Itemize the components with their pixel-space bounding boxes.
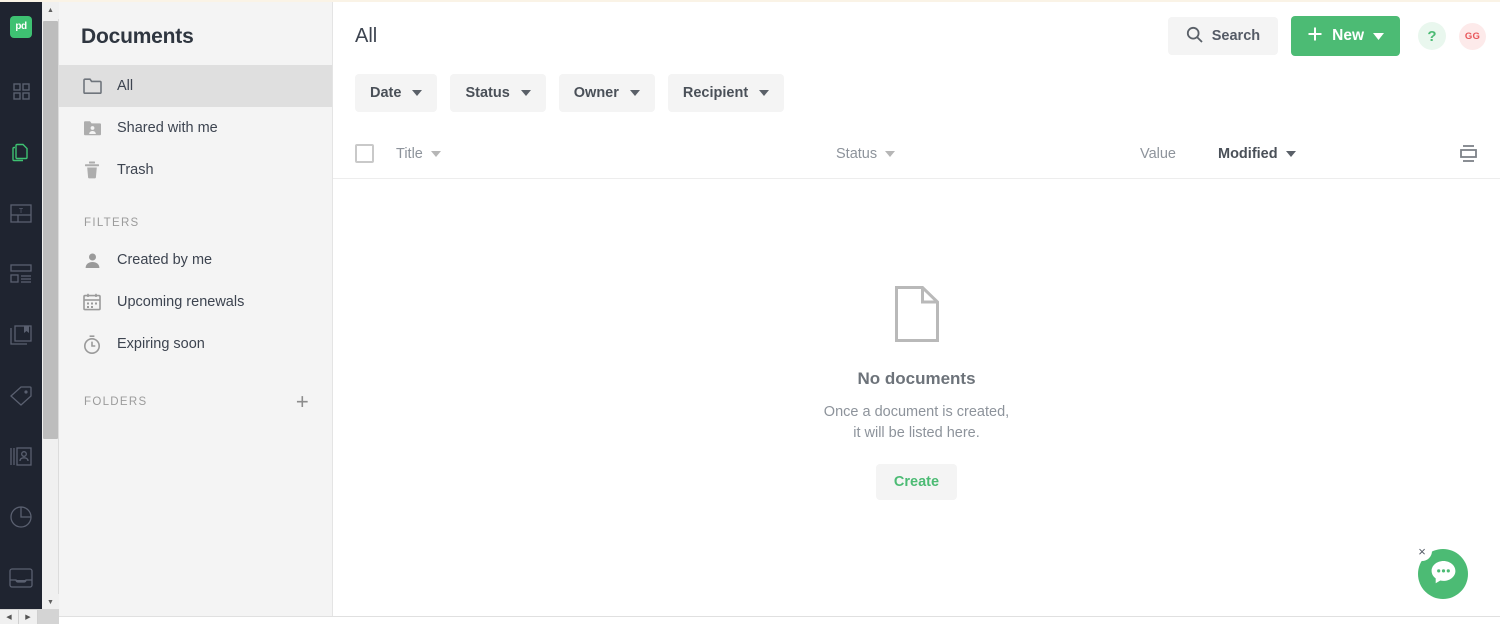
help-button[interactable]: ? bbox=[1418, 22, 1446, 50]
contacts-icon[interactable] bbox=[6, 442, 36, 472]
templates-icon[interactable]: T bbox=[6, 198, 36, 228]
filter-chip-date[interactable]: Date bbox=[355, 74, 438, 112]
stopwatch-icon bbox=[81, 333, 103, 355]
row-density-button[interactable] bbox=[1459, 144, 1478, 163]
filters-section-heading: FILTERS bbox=[59, 191, 332, 239]
filter-chip-label: Status bbox=[465, 85, 510, 101]
table-header-row: Title Status Value Modified bbox=[333, 129, 1500, 179]
close-icon[interactable]: × bbox=[1412, 541, 1432, 561]
column-label: Title bbox=[396, 145, 423, 162]
filter-chips-row: Date Status Owner Recipient bbox=[333, 70, 1500, 112]
scroll-left-arrow-icon[interactable]: ◀ bbox=[0, 610, 19, 624]
column-header-value: Value bbox=[1116, 146, 1176, 162]
shared-folder-icon bbox=[81, 117, 103, 139]
empty-state-line-2: it will be listed here. bbox=[853, 425, 980, 442]
document-outline-icon bbox=[894, 286, 939, 347]
content-library-icon[interactable] bbox=[6, 259, 36, 289]
search-button-label: Search bbox=[1211, 28, 1261, 44]
select-all-checkbox[interactable] bbox=[355, 144, 374, 163]
sidebar-item-trash[interactable]: Trash bbox=[59, 149, 332, 191]
filter-chip-label: Date bbox=[370, 85, 402, 101]
chevron-down-icon bbox=[885, 150, 896, 157]
empty-state-title: No documents bbox=[857, 369, 976, 388]
new-button-label: New bbox=[1332, 27, 1364, 44]
sidebar-title: Documents bbox=[81, 25, 194, 48]
column-label: Value bbox=[1139, 145, 1176, 162]
filter-chip-owner[interactable]: Owner bbox=[558, 74, 655, 112]
app-window: pd T ▲ ▼ Documents All Shared with me Tr… bbox=[0, 0, 1500, 624]
sidebar-item-all[interactable]: All bbox=[59, 65, 332, 107]
empty-state: No documents Once a document is created,… bbox=[333, 179, 1500, 501]
sidebar-filter-label: Created by me bbox=[117, 252, 213, 268]
column-label: Status bbox=[836, 145, 878, 162]
top-bar: All Search New ? GG bbox=[333, 2, 1500, 70]
filter-chip-recipient[interactable]: Recipient bbox=[667, 74, 785, 112]
search-icon bbox=[1186, 26, 1203, 47]
rail-vertical-scrollbar[interactable]: ▲ ▼ bbox=[42, 2, 59, 611]
folders-section-heading: FOLDERS + bbox=[59, 365, 332, 423]
sidebar-item-label: Trash bbox=[117, 162, 154, 178]
column-header-modified[interactable]: Modified bbox=[1218, 146, 1296, 162]
page-title: All bbox=[355, 24, 378, 47]
sidebar-item-label: All bbox=[117, 78, 134, 94]
pricing-tag-icon[interactable] bbox=[6, 381, 36, 411]
chevron-down-icon bbox=[1285, 150, 1296, 157]
sidebar-filter-upcoming-renewals[interactable]: Upcoming renewals bbox=[59, 281, 332, 323]
plus-icon bbox=[1307, 26, 1323, 47]
dashboard-icon[interactable] bbox=[6, 77, 36, 107]
person-icon bbox=[81, 249, 103, 271]
calendar-icon bbox=[81, 291, 103, 313]
chevron-down-icon bbox=[629, 90, 640, 96]
trash-icon bbox=[81, 159, 103, 181]
catalog-icon[interactable] bbox=[6, 320, 36, 350]
folders-heading-label: FOLDERS bbox=[84, 396, 148, 408]
chevron-down-icon bbox=[430, 150, 441, 157]
filter-chip-label: Owner bbox=[573, 85, 619, 101]
chat-bubble-icon bbox=[1430, 559, 1457, 590]
sidebar-item-label: Shared with me bbox=[117, 120, 218, 136]
documents-icon[interactable] bbox=[6, 138, 36, 168]
folder-icon bbox=[81, 75, 103, 97]
search-button[interactable]: Search bbox=[1167, 17, 1279, 55]
sidebar-filter-label: Expiring soon bbox=[117, 336, 205, 352]
main-content: All Search New ? GG Date Status Owner Re… bbox=[333, 2, 1500, 624]
filters-heading-label: FILTERS bbox=[84, 217, 140, 229]
sidebar-filter-label: Upcoming renewals bbox=[117, 294, 245, 310]
chevron-down-icon bbox=[412, 90, 423, 96]
column-header-title[interactable]: Title bbox=[396, 146, 836, 162]
reports-icon[interactable] bbox=[6, 502, 36, 532]
add-folder-button[interactable]: + bbox=[296, 391, 310, 413]
new-button[interactable]: New bbox=[1291, 16, 1400, 56]
bottom-divider bbox=[59, 616, 1500, 624]
filter-chip-label: Recipient bbox=[682, 85, 749, 101]
left-icon-rail: pd T bbox=[0, 2, 42, 624]
chevron-down-icon bbox=[1373, 27, 1384, 45]
filter-chip-status[interactable]: Status bbox=[450, 74, 546, 112]
scrollbar-thumb[interactable] bbox=[43, 21, 58, 439]
scroll-right-arrow-icon[interactable]: ▶ bbox=[19, 610, 38, 624]
scroll-up-arrow-icon[interactable]: ▲ bbox=[42, 2, 59, 19]
avatar[interactable]: GG bbox=[1459, 22, 1486, 50]
empty-state-line-1: Once a document is created, bbox=[823, 404, 1010, 420]
create-button[interactable]: Create bbox=[875, 464, 958, 501]
svg-text:T: T bbox=[19, 208, 24, 215]
sidebar: Documents All Shared with me Trash FILTE… bbox=[59, 2, 333, 624]
sidebar-item-shared-with-me[interactable]: Shared with me bbox=[59, 107, 332, 149]
app-logo[interactable]: pd bbox=[10, 16, 32, 38]
column-label: Modified bbox=[1218, 145, 1278, 162]
chevron-down-icon bbox=[520, 90, 531, 96]
sidebar-filter-created-by-me[interactable]: Created by me bbox=[59, 239, 332, 281]
horizontal-scrollbar[interactable]: ◀ ▶ bbox=[0, 609, 59, 624]
chevron-down-icon bbox=[759, 90, 770, 96]
horizontal-scrollbar-thumb[interactable] bbox=[38, 610, 59, 624]
inbox-icon[interactable] bbox=[6, 563, 36, 593]
column-header-status[interactable]: Status bbox=[836, 146, 1116, 162]
empty-state-message: Once a document is created, it will be l… bbox=[824, 402, 1009, 444]
sidebar-filter-expiring-soon[interactable]: Expiring soon bbox=[59, 323, 332, 365]
